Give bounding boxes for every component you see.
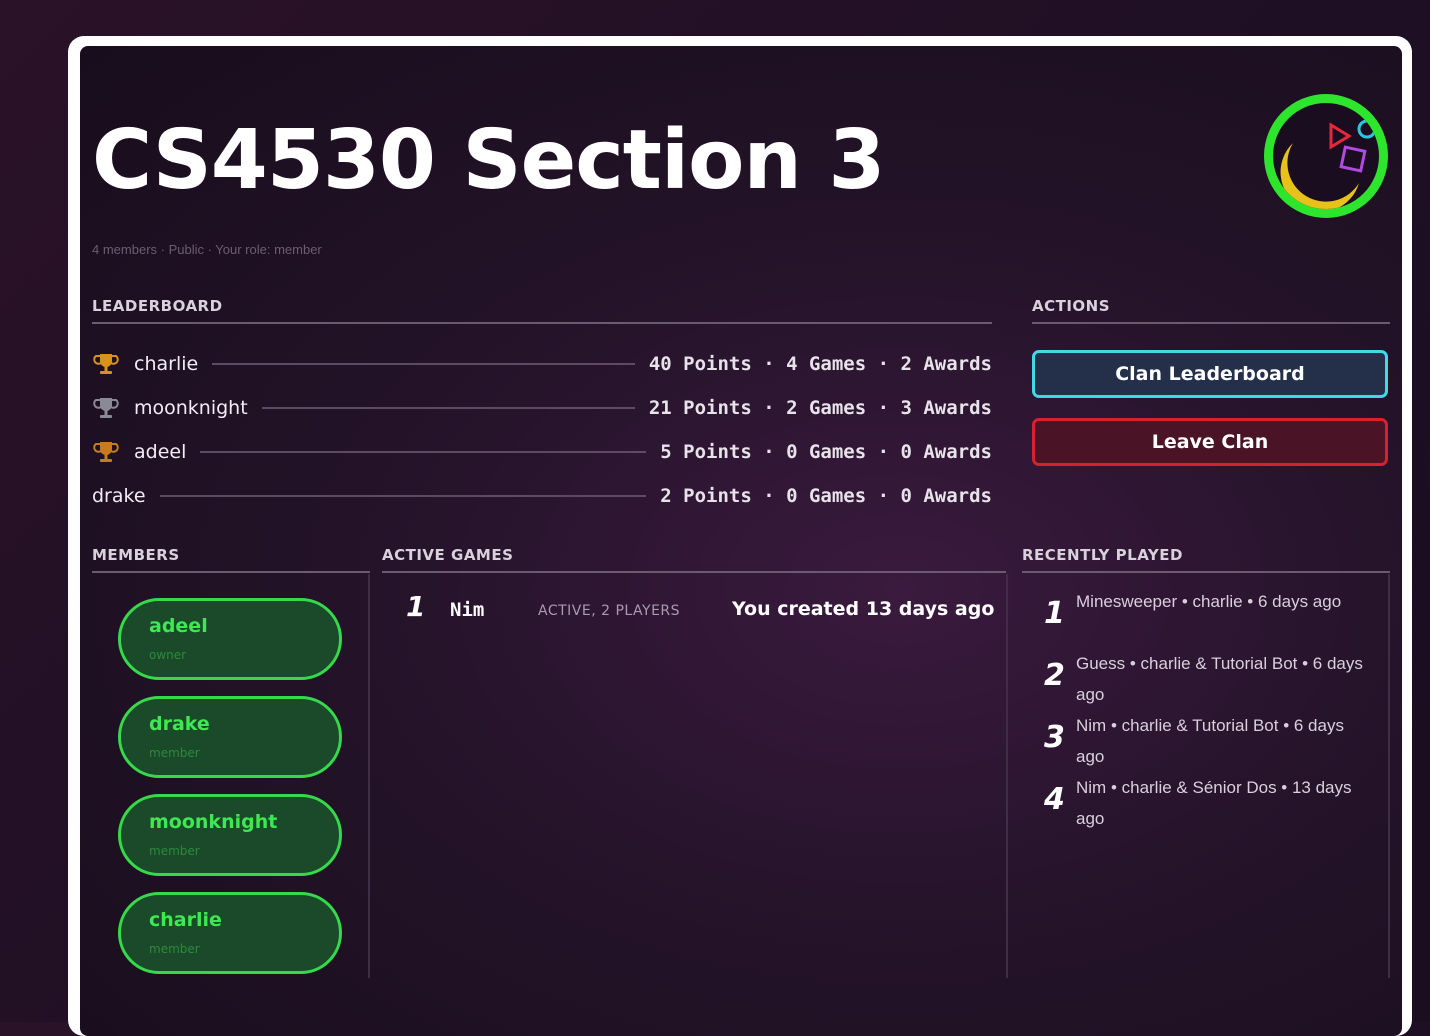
clan-subtitle: 4 members · Public · Your role: member — [92, 242, 322, 257]
recently-played-rank: 2 — [1044, 658, 1065, 693]
recently-played-divider — [1022, 571, 1390, 573]
actions-heading: ACTIONS — [1032, 297, 1111, 315]
leaderboard-leader-line — [159, 495, 647, 497]
member-card[interactable]: drake member — [118, 696, 342, 778]
member-card[interactable]: moonknight member — [118, 794, 342, 876]
members-divider — [92, 571, 370, 573]
gold-trophy-icon — [92, 350, 120, 378]
leaderboard-divider — [92, 322, 992, 324]
member-role: member — [149, 942, 200, 956]
actions-divider — [1032, 322, 1390, 324]
leaderboard-player-name: charlie — [134, 353, 199, 375]
clan-panel: CS4530 Section 3 4 members · Public · Yo… — [80, 46, 1402, 1036]
member-role: member — [149, 844, 200, 858]
active-game-status: ACTIVE, 2 PLAYERS — [538, 603, 681, 619]
silver-trophy-icon — [92, 394, 120, 422]
leaderboard-player-name: moonknight — [134, 397, 248, 419]
leaderboard-player-name: adeel — [134, 441, 187, 463]
active-games-heading: ACTIVE GAMES — [382, 546, 514, 564]
member-name: adeel — [149, 615, 208, 637]
leaderboard-player-name: drake — [92, 485, 146, 507]
recently-played-rank: 1 — [1044, 596, 1065, 631]
recently-played-right-divider — [1388, 574, 1390, 978]
recently-played-rank: 3 — [1044, 720, 1065, 755]
leaderboard-leader-line — [212, 363, 635, 365]
leaderboard-heading: LEADERBOARD — [92, 297, 223, 315]
active-game-time: You created 13 days ago — [732, 598, 995, 620]
active-game-name: Nim — [450, 599, 485, 621]
member-name: drake — [149, 713, 210, 735]
leaderboard-row[interactable]: moonknight 21 Points · 2 Games · 3 Awards — [92, 391, 992, 425]
leaderboard-stats: 2 Points · 0 Games · 0 Awards — [660, 485, 992, 507]
leaderboard-stats: 5 Points · 0 Games · 0 Awards — [660, 441, 992, 463]
recently-played-text: Minesweeper • charlie • 6 days ago — [1076, 592, 1342, 611]
members-heading: MEMBERS — [92, 546, 180, 564]
member-name: charlie — [149, 909, 222, 931]
recently-played-text: Nim • charlie & Tutorial Bot • 6 days ag… — [1076, 716, 1344, 766]
leaderboard-row[interactable]: drake 2 Points · 0 Games · 0 Awards — [92, 479, 992, 513]
bronze-trophy-icon — [92, 438, 120, 466]
member-card[interactable]: charlie member — [118, 892, 342, 974]
moon-logo-icon — [1273, 103, 1379, 209]
page-title: CS4530 Section 3 — [92, 113, 885, 208]
active-game-rank: 1 — [406, 590, 426, 623]
leaderboard-row[interactable]: charlie 40 Points · 4 Games · 2 Awards — [92, 347, 992, 381]
leaderboard-stats: 21 Points · 2 Games · 3 Awards — [648, 397, 992, 419]
member-role: member — [149, 746, 200, 760]
recently-played-text: Guess • charlie & Tutorial Bot • 6 days … — [1076, 654, 1363, 704]
leaderboard-leader-line — [200, 451, 647, 453]
leaderboard-leader-line — [261, 407, 635, 409]
leaderboard-row[interactable]: adeel 5 Points · 0 Games · 0 Awards — [92, 435, 992, 469]
recently-played-heading: RECENTLY PLAYED — [1022, 546, 1183, 564]
leaderboard-stats: 40 Points · 4 Games · 2 Awards — [648, 353, 992, 375]
recently-played-text: Nim • charlie & Sénior Dos • 13 days ago — [1076, 778, 1352, 828]
recently-played-rank: 4 — [1044, 782, 1065, 817]
clan-logo — [1264, 94, 1388, 218]
member-name: moonknight — [149, 811, 278, 833]
member-card[interactable]: adeel owner — [118, 598, 342, 680]
active-games-column-divider — [1006, 574, 1008, 978]
active-games-divider — [382, 571, 1006, 573]
leave-clan-button[interactable]: Leave Clan — [1032, 418, 1388, 466]
member-role: owner — [149, 648, 187, 662]
members-column-divider — [368, 574, 370, 978]
clan-leaderboard-button[interactable]: Clan Leaderboard — [1032, 350, 1388, 398]
